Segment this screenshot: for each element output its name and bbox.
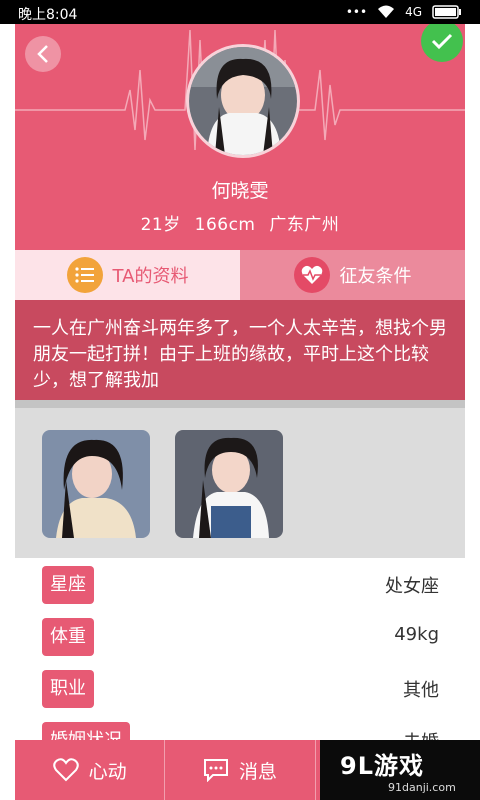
detail-value: 49kg <box>394 624 439 645</box>
message-button[interactable]: 消息 <box>165 740 316 800</box>
like-label: 心动 <box>88 760 127 783</box>
profile-header: 何晓雯 21岁 166cm 广东广州 <box>15 24 465 250</box>
detail-label: 职业 <box>42 670 94 708</box>
back-button[interactable] <box>25 36 61 72</box>
heart-icon <box>52 758 79 782</box>
right-edge <box>465 24 480 800</box>
site-watermark: 9L游戏 91danji.com <box>320 740 480 800</box>
profile-name: 何晓雯 <box>211 180 269 202</box>
profile-tabs: TA的资料 征友条件 <box>15 250 465 300</box>
detail-row: 职业 其他 <box>15 662 465 714</box>
avatar[interactable] <box>186 44 300 158</box>
profile-location: 广东广州 <box>269 215 340 235</box>
check-icon <box>431 33 453 50</box>
tab-profile-info[interactable]: TA的资料 <box>15 250 240 300</box>
detail-value: 其他 <box>403 680 439 701</box>
chat-icon <box>203 759 228 782</box>
photo-gallery <box>15 400 465 558</box>
chevron-left-icon <box>37 45 48 63</box>
profile-info: 21岁 166cm 广东广州 <box>15 210 465 235</box>
status-bar: 晚上8:04 ••• 4G <box>0 0 480 24</box>
detail-value: 处女座 <box>385 576 439 597</box>
profile-age: 21岁 <box>140 215 181 235</box>
wifi-icon <box>378 5 395 18</box>
status-icons: ••• 4G <box>346 4 462 20</box>
detail-row: 体重 49kg <box>15 610 465 662</box>
profile-height: 166cm <box>194 215 256 235</box>
detail-list: 星座 处女座 体重 49kg 职业 其他 婚姻状况 未婚 <box>15 558 465 760</box>
gallery-photo[interactable] <box>42 430 150 538</box>
network-type: 4G <box>405 5 422 19</box>
tab-partner-conditions[interactable]: 征友条件 <box>240 250 465 300</box>
bio-text: 一人在广州奋斗两年多了，一个人太辛苦，想找个男朋友一起打拼！由于上班的缘故，平时… <box>15 300 465 400</box>
tab-label: TA的资料 <box>112 266 189 287</box>
heart-pulse-icon <box>293 257 330 293</box>
detail-label: 体重 <box>42 618 94 656</box>
tab-label: 征友条件 <box>339 266 412 287</box>
watermark-url: 91danji.com <box>388 781 456 794</box>
like-button[interactable]: 心动 <box>15 740 166 800</box>
signal-dots: ••• <box>345 5 368 19</box>
status-time: 晚上8:04 <box>18 7 78 23</box>
photo-image <box>175 430 283 538</box>
left-edge <box>0 24 15 800</box>
photo-image <box>42 430 150 538</box>
detail-row: 星座 处女座 <box>15 558 465 610</box>
battery-icon <box>432 5 461 19</box>
watermark-brand: 9L游戏 <box>340 752 424 780</box>
list-icon <box>66 257 103 293</box>
detail-label: 星座 <box>42 566 94 604</box>
message-label: 消息 <box>238 760 277 783</box>
gallery-photo[interactable] <box>175 430 283 538</box>
avatar-photo <box>189 47 297 155</box>
